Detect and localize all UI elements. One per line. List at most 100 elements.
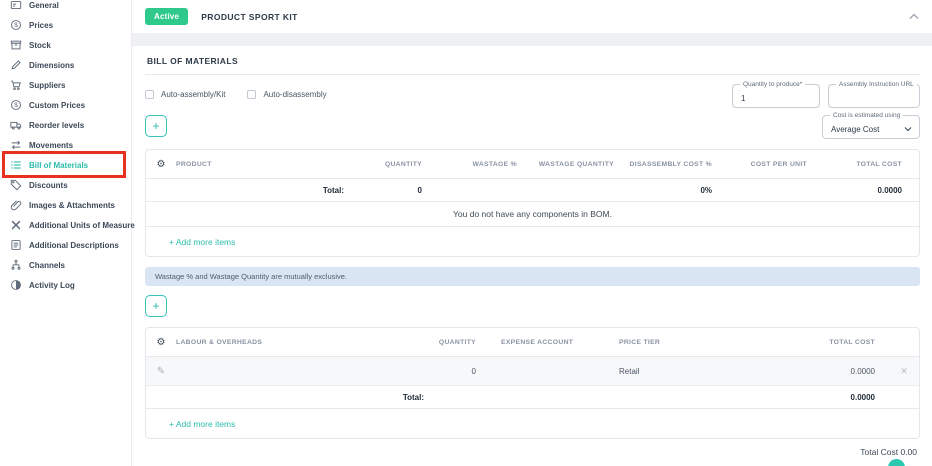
sidebar-item-stock[interactable]: Stock xyxy=(9,35,131,55)
sidebar-item-label: Prices xyxy=(29,21,53,30)
sidebar-item-suppliers[interactable]: Suppliers xyxy=(9,75,131,95)
quantity-to-produce-field: Quantity to produce* xyxy=(732,84,820,108)
selected-option: Average Cost xyxy=(823,119,904,136)
labour-quantity[interactable]: 0 xyxy=(428,367,490,376)
components-add-row: + Add more items xyxy=(146,227,919,256)
crossed-tools-icon xyxy=(9,219,22,232)
id-card-icon xyxy=(9,0,22,12)
column-header: DISASSEMBLY COST % xyxy=(628,161,726,168)
add-labour-button[interactable]: + xyxy=(145,295,167,317)
total-disassembly-cost: 0% xyxy=(628,186,726,195)
price-tier-cell[interactable]: Retail xyxy=(608,367,778,376)
column-header: PRODUCT xyxy=(176,161,348,168)
labour-total-row: Total: 0.0000 xyxy=(146,386,919,409)
sidebar-item-label: Dimensions xyxy=(29,61,74,70)
floating-action-button[interactable] xyxy=(888,459,905,466)
assembly-instruction-url-field: Assembly Instruction URL xyxy=(828,84,920,108)
sidebar-item-discounts[interactable]: Discounts xyxy=(9,175,131,195)
sidebar-item-label: Custom Prices xyxy=(29,101,85,110)
assembly-instruction-url-input[interactable] xyxy=(829,85,919,107)
dollar-circle-icon: $ xyxy=(9,99,22,112)
checkbox-label[interactable]: Auto-assembly/Kit xyxy=(161,90,225,99)
sidebar-item-label: Additional Units of Measure xyxy=(29,221,135,230)
components-table-header: ⚙ PRODUCT QUANTITY WASTAGE % WASTAGE QUA… xyxy=(146,150,919,179)
total-label: Total: xyxy=(176,393,428,402)
components-table: ⚙ PRODUCT QUANTITY WASTAGE % WASTAGE QUA… xyxy=(145,149,920,257)
chevron-down-icon xyxy=(904,126,912,132)
sidebar-item-label: Suppliers xyxy=(29,81,65,90)
sidebar-item-label: Discounts xyxy=(29,181,68,190)
dollar-circle-icon: $ xyxy=(9,19,22,32)
remove-row-icon[interactable]: ✕ xyxy=(889,366,919,377)
sidebar-item-label: Reorder levels xyxy=(29,121,84,130)
edit-pencil-icon[interactable]: ✎ xyxy=(146,366,176,377)
auto-disassembly-checkbox[interactable]: Auto-disassembly xyxy=(247,90,326,99)
sidebar-item-label: Activity Log xyxy=(29,281,75,290)
column-header: PRICE TIER xyxy=(608,339,778,346)
sidebar-item-movements[interactable]: Movements xyxy=(9,135,131,155)
sidebar-item-label: General xyxy=(29,1,59,10)
labour-table-header: ⚙ LABOUR & OVERHEADS QUANTITY EXPENSE AC… xyxy=(146,328,919,357)
column-header: TOTAL COST xyxy=(821,161,919,168)
field-label: Cost is estimated using xyxy=(830,112,903,119)
auto-assembly-checkbox[interactable]: Auto-assembly/Kit xyxy=(145,90,225,99)
sidebar-item-activity-log[interactable]: Activity Log xyxy=(9,275,131,295)
sidebar-item-custom-prices[interactable]: $ Custom Prices xyxy=(9,95,131,115)
section-divider-strip xyxy=(132,33,932,46)
paperclip-icon xyxy=(9,199,22,212)
assembly-checkboxes: Auto-assembly/Kit Auto-disassembly xyxy=(145,90,327,99)
product-header: Active PRODUCT SPORT KIT xyxy=(132,0,932,33)
transfer-arrows-icon xyxy=(9,139,22,152)
svg-text:$: $ xyxy=(14,102,18,109)
sidebar-item-additional-units[interactable]: Additional Units of Measure xyxy=(9,215,131,235)
sidebar-item-label: Images & Attachments xyxy=(29,201,115,210)
column-header: COST PER UNIT xyxy=(726,161,821,168)
bom-controls-row: Auto-assembly/Kit Auto-disassembly Quant… xyxy=(145,84,920,108)
truck-icon xyxy=(9,119,22,132)
bom-secondary-controls: + Cost is estimated using Average Cost xyxy=(145,115,920,139)
checkbox-icon[interactable] xyxy=(145,90,154,99)
wastage-notice-banner: Wastage % and Wastage Quantity are mutua… xyxy=(145,267,920,286)
sidebar-item-prices[interactable]: $ Prices xyxy=(9,15,131,35)
add-more-items-link[interactable]: + Add more items xyxy=(169,419,235,429)
field-label: Quantity to produce* xyxy=(740,81,805,88)
status-badge: Active xyxy=(145,8,188,25)
hierarchy-icon xyxy=(9,259,22,272)
total-cost: 0.0000 xyxy=(821,186,919,195)
checkbox-label[interactable]: Auto-disassembly xyxy=(263,90,326,99)
page-title: PRODUCT SPORT KIT xyxy=(201,12,298,22)
archive-box-icon xyxy=(9,39,22,52)
cart-icon xyxy=(9,79,22,92)
sidebar-item-bill-of-materials[interactable]: Bill of Materials xyxy=(9,155,131,175)
column-header: EXPENSE ACCOUNT xyxy=(490,339,608,346)
empty-state-message: You do not have any components in BOM. xyxy=(146,202,919,227)
sidebar-item-reorder-levels[interactable]: Reorder levels xyxy=(9,115,131,135)
tag-icon xyxy=(9,179,22,192)
add-more-items-link[interactable]: + Add more items xyxy=(169,237,235,247)
column-header: LABOUR & OVERHEADS xyxy=(176,339,428,346)
quantity-to-produce-input[interactable] xyxy=(733,85,819,107)
document-icon xyxy=(9,239,22,252)
bill-of-materials-panel: BILL OF MATERIALS Auto-assembly/Kit Auto… xyxy=(132,46,932,466)
svg-text:$: $ xyxy=(14,22,18,29)
sidebar-item-general[interactable]: General xyxy=(9,0,131,15)
column-header: TOTAL COST xyxy=(778,339,889,346)
total-label: Total: xyxy=(176,186,348,195)
collapse-chevron-icon[interactable] xyxy=(909,13,919,20)
cost-estimation-select[interactable]: Cost is estimated using Average Cost xyxy=(822,115,920,139)
add-component-button[interactable]: + xyxy=(145,115,167,137)
sidebar-item-images-attachments[interactable]: Images & Attachments xyxy=(9,195,131,215)
labour-grand-total: 0.0000 xyxy=(778,393,889,402)
sidebar-item-dimensions[interactable]: Dimensions xyxy=(9,55,131,75)
labour-total-cost: 0.0000 xyxy=(778,367,889,376)
table-settings-gear-icon[interactable]: ⚙ xyxy=(146,337,176,348)
pencil-icon xyxy=(9,59,22,72)
sidebar-item-additional-descriptions[interactable]: Additional Descriptions xyxy=(9,235,131,255)
total-quantity: 0 xyxy=(348,186,436,195)
checkbox-icon[interactable] xyxy=(247,90,256,99)
table-settings-gear-icon[interactable]: ⚙ xyxy=(146,159,176,170)
field-label: Assembly Instruction URL xyxy=(836,81,917,88)
sidebar-item-channels[interactable]: Channels xyxy=(9,255,131,275)
column-header: WASTAGE % xyxy=(436,161,531,168)
grand-total: Total Cost 0.00 xyxy=(145,447,920,457)
